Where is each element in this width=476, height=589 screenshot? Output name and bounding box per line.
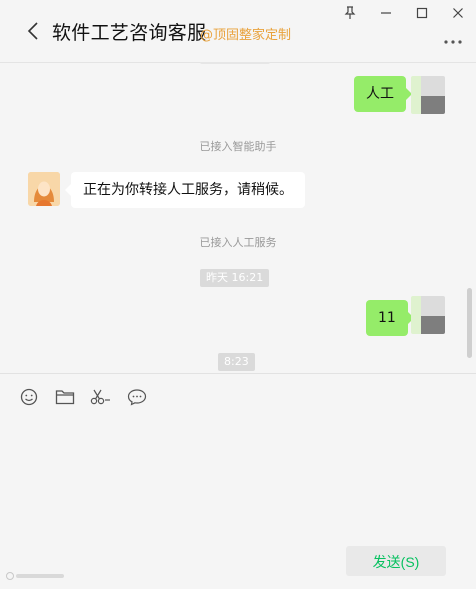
maximize-icon[interactable]: [404, 0, 440, 26]
scissors-icon[interactable]: [90, 386, 112, 408]
account-tag[interactable]: @顶固整家定制: [200, 24, 291, 43]
more-dots-icon[interactable]: [444, 30, 462, 44]
watermark-logo: [6, 571, 66, 584]
composer: 发送(S): [0, 373, 476, 589]
chat-bubble-icon[interactable]: [126, 386, 148, 408]
avatar[interactable]: [411, 296, 445, 334]
emoji-icon[interactable]: [18, 386, 40, 408]
composer-toolbar: [18, 386, 148, 408]
chevron-left-icon[interactable]: [24, 20, 42, 42]
system-message: 已接入智能助手: [199, 140, 277, 153]
chat-title: 软件工艺咨询客服: [52, 22, 207, 44]
window-controls: [332, 0, 476, 26]
timestamp-pill: 8:23: [218, 353, 255, 371]
timestamp-pill: 昨天 16:21: [200, 269, 270, 287]
message-bubble-outgoing[interactable]: 人工: [354, 76, 412, 112]
folder-icon[interactable]: [54, 386, 76, 408]
send-button[interactable]: 发送(S): [346, 546, 446, 576]
avatar[interactable]: [28, 172, 60, 206]
message-bubble-outgoing[interactable]: 11: [366, 300, 414, 336]
system-message: 已接入人工服务: [199, 236, 277, 249]
minimize-icon[interactable]: [368, 0, 404, 26]
close-icon[interactable]: [440, 0, 476, 26]
pin-icon[interactable]: [332, 0, 368, 26]
message-input[interactable]: [16, 418, 464, 542]
message-list[interactable]: 人工 已接入智能助手 正在为你转接人工服务，请稍候。 已接入人工服务 昨天 16…: [0, 62, 476, 373]
avatar[interactable]: [411, 76, 445, 114]
timestamp-pill-clipped: [200, 62, 270, 64]
message-bubble-incoming[interactable]: 正在为你转接人工服务，请稍候。: [65, 172, 305, 208]
scrollbar[interactable]: [467, 288, 472, 358]
